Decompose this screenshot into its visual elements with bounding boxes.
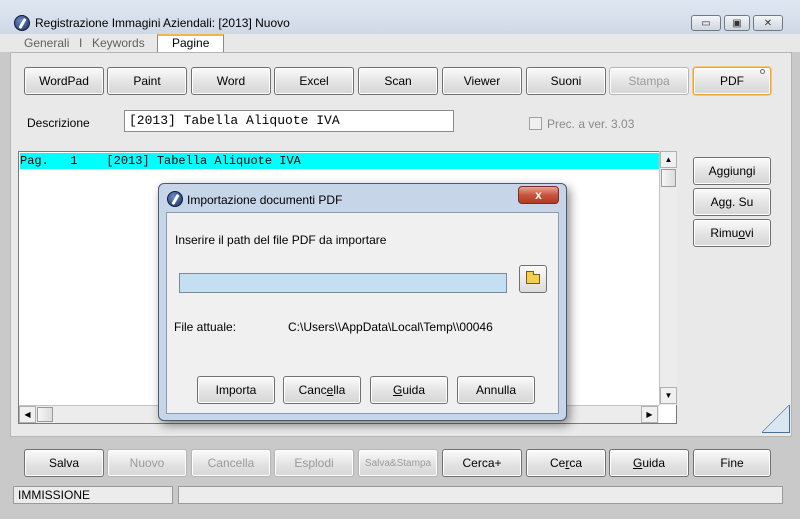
folder-icon bbox=[526, 271, 540, 284]
tab-pagine[interactable]: Pagine bbox=[157, 34, 225, 52]
add-above-button[interactable]: Agg. Su bbox=[693, 188, 771, 216]
cancel-label-mnemonic: e bbox=[326, 383, 334, 397]
list-item[interactable]: Pag. 1 [2013] Tabella Aliquote IVA bbox=[20, 153, 660, 169]
current-file-label: File attuale: bbox=[174, 320, 237, 334]
description-input[interactable]: [2013] Tabella Aliquote IVA bbox=[124, 110, 454, 132]
cancel-label-b: lla bbox=[333, 383, 346, 397]
dialog-title: Importazione documenti PDF bbox=[187, 193, 343, 207]
dialog-guide-button[interactable]: Guida bbox=[370, 376, 448, 404]
delete-button[interactable]: Cancella bbox=[191, 449, 271, 477]
scroll-up-arrow-icon[interactable]: ▲ bbox=[660, 151, 677, 168]
end-button[interactable]: Fine bbox=[693, 449, 771, 477]
prec-version-checkbox[interactable] bbox=[529, 117, 542, 130]
resize-grip-icon[interactable] bbox=[762, 405, 790, 433]
tab-keywords[interactable]: Keywords bbox=[92, 36, 145, 50]
scroll-down-arrow-icon[interactable]: ▼ bbox=[660, 387, 677, 404]
search-plus-button[interactable]: Cerca+ bbox=[442, 449, 522, 477]
dialog-abort-button[interactable]: Annulla bbox=[457, 376, 535, 404]
pdf-path-input[interactable] bbox=[179, 273, 507, 293]
dialog-close-button[interactable]: x bbox=[518, 186, 559, 204]
tab-strip: Generali I Keywords Pagine bbox=[0, 34, 800, 52]
status-message bbox=[178, 486, 783, 504]
close-button[interactable]: ✕ bbox=[753, 15, 783, 31]
scroll-right-arrow-icon[interactable]: ▶ bbox=[641, 406, 658, 423]
add-page-label-mnemonic: g bbox=[716, 164, 724, 178]
search-label-a: Ce bbox=[549, 456, 566, 470]
word-button[interactable]: Word bbox=[191, 67, 271, 95]
remove-label-a: Rimu bbox=[710, 226, 739, 240]
save-button[interactable]: Salva bbox=[24, 449, 104, 477]
add-page-label-a: A bbox=[708, 164, 717, 178]
dialog-app-icon bbox=[167, 191, 183, 207]
current-file-path: C:\Users\\AppData\Local\Temp\\00046 bbox=[288, 320, 493, 334]
stampa-button[interactable]: Stampa bbox=[609, 67, 689, 95]
excel-button[interactable]: Excel bbox=[274, 67, 354, 95]
scroll-thumb[interactable] bbox=[661, 169, 676, 187]
bottom-guide-mnemonic: G bbox=[632, 456, 643, 470]
guide-button[interactable]: Guida bbox=[609, 449, 689, 477]
pdf-indicator-icon bbox=[760, 69, 765, 74]
wordpad-button[interactable]: WordPad bbox=[24, 67, 104, 95]
remove-label-mnemonic: o bbox=[738, 226, 746, 240]
maximize-button[interactable]: ▣ bbox=[724, 15, 750, 31]
tab-separator: I bbox=[79, 36, 83, 50]
suoni-button[interactable]: Suoni bbox=[526, 67, 606, 95]
new-button[interactable]: Nuovo bbox=[107, 449, 187, 477]
search-label-b: ca bbox=[569, 456, 583, 470]
add-page-button[interactable]: Ag giungi bbox=[693, 157, 771, 185]
status-mode: IMMISSIONE bbox=[13, 486, 173, 504]
scan-button[interactable]: Scan bbox=[358, 67, 438, 95]
guide-label-mnemonic: G bbox=[392, 383, 403, 397]
vertical-scrollbar[interactable]: ▲ ▼ bbox=[659, 151, 677, 405]
tab-generali[interactable]: Generali bbox=[24, 36, 69, 50]
viewer-button[interactable]: Viewer bbox=[442, 67, 522, 95]
window-title: Registrazione Immagini Aziendali: [2013]… bbox=[35, 16, 290, 30]
prec-version-label: Prec. a ver. 3.03 bbox=[547, 117, 635, 131]
description-label: Descrizione bbox=[27, 116, 90, 130]
guide-label-b: uida bbox=[402, 383, 426, 397]
dialog-prompt: Inserire il path del file PDF da importa… bbox=[175, 233, 387, 247]
title-bar: Registrazione Immagini Aziendali: [2013]… bbox=[0, 0, 800, 34]
pdf-import-dialog: Importazione documenti PDF x Inserire il… bbox=[158, 183, 567, 421]
minimize-button[interactable]: ▭ bbox=[691, 15, 721, 31]
dialog-body: Inserire il path del file PDF da importa… bbox=[166, 212, 559, 414]
dialog-cancel-button[interactable]: Canc e lla bbox=[283, 376, 361, 404]
search-button[interactable]: Ce r ca bbox=[526, 449, 606, 477]
scroll-left-arrow-icon[interactable]: ◀ bbox=[19, 406, 36, 423]
remove-page-button[interactable]: Rimu o vi bbox=[693, 219, 771, 247]
import-button[interactable]: Importa bbox=[197, 376, 275, 404]
cancel-label-a: Canc bbox=[298, 383, 327, 397]
app-icon bbox=[14, 15, 30, 31]
bottom-guide-label: uida bbox=[642, 456, 666, 470]
save-print-button[interactable]: Salva&Stampa bbox=[358, 449, 438, 477]
browse-folder-button[interactable] bbox=[519, 265, 547, 293]
paint-button[interactable]: Paint bbox=[107, 67, 187, 95]
add-page-label-b: giungi bbox=[723, 164, 756, 178]
remove-label-b: vi bbox=[745, 226, 754, 240]
explode-button[interactable]: Esplodi bbox=[274, 449, 354, 477]
hscroll-thumb[interactable] bbox=[37, 407, 53, 422]
